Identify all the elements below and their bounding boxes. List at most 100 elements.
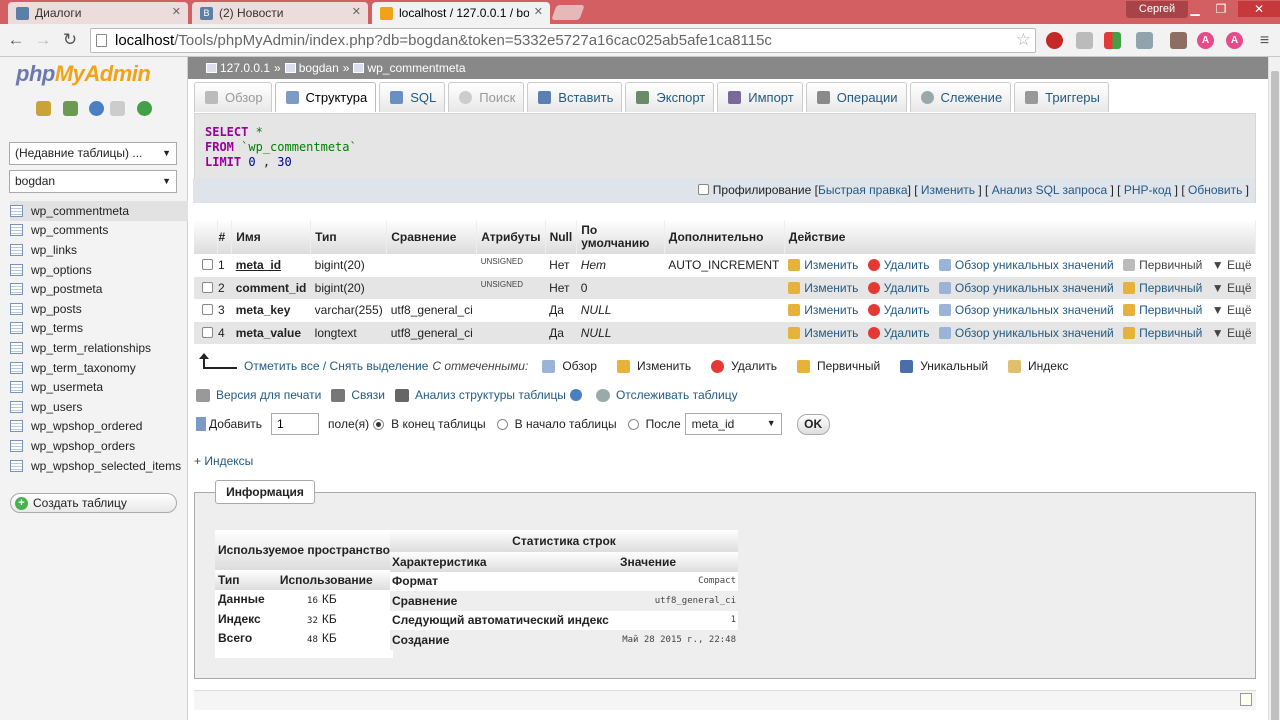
tab-structure[interactable]: Структура xyxy=(274,82,377,112)
track-table-link[interactable]: Отслеживать таблицу xyxy=(616,388,738,402)
sidebar-table-item[interactable]: wp_comments xyxy=(10,221,188,241)
create-table-button[interactable]: + Создать таблицу xyxy=(10,493,177,513)
sidebar-table-item[interactable]: wp_wpshop_orders xyxy=(10,436,188,456)
primary-action[interactable]: Первичный xyxy=(1123,258,1202,272)
reload-icon[interactable]: ↻ xyxy=(60,30,80,50)
maximize-icon[interactable]: ❐ xyxy=(1208,1,1234,17)
help-icon[interactable] xyxy=(569,389,582,401)
distinct-values-action[interactable]: Обзор уникальных значений xyxy=(938,303,1114,317)
help-icon[interactable] xyxy=(89,101,104,116)
bulk-index-button[interactable]: Индекс xyxy=(1008,359,1068,373)
tab-import[interactable]: Импорт xyxy=(717,82,803,112)
back-icon[interactable]: ← xyxy=(6,30,26,50)
refresh-link[interactable]: Обновить xyxy=(1188,183,1242,197)
profile-name[interactable]: Сергей xyxy=(1126,1,1188,18)
tab-sql[interactable]: SQL xyxy=(379,82,446,112)
tab-browse[interactable]: Обзор xyxy=(194,82,272,112)
sidebar-table-item[interactable]: wp_links xyxy=(10,240,188,260)
forward-icon[interactable]: → xyxy=(33,30,53,50)
print-view-link[interactable]: Версия для печати xyxy=(216,388,321,402)
bulk-drop-button[interactable]: Удалить xyxy=(711,359,777,373)
tab-search[interactable]: Поиск xyxy=(448,82,525,112)
edit-action[interactable]: Изменить xyxy=(788,326,858,340)
profiling-checkbox[interactable] xyxy=(698,184,710,195)
column-header[interactable]: Тип xyxy=(310,220,388,254)
tab-insert[interactable]: Вставить xyxy=(527,82,623,112)
sidebar-table-item[interactable]: wp_wpshop_ordered xyxy=(10,417,188,437)
distinct-values-action[interactable]: Обзор уникальных значений xyxy=(938,258,1114,272)
tab-tracking[interactable]: Слежение xyxy=(909,82,1012,112)
profile-extension-icon[interactable]: A xyxy=(1197,32,1214,49)
database-select[interactable]: bogdan ▼ xyxy=(9,170,177,193)
sidebar-table-item[interactable]: wp_options xyxy=(10,260,188,280)
close-icon[interactable]: ✕ xyxy=(534,5,543,18)
close-icon[interactable]: ✕ xyxy=(352,5,361,18)
primary-action[interactable]: Первичный xyxy=(1123,281,1202,295)
tab-export[interactable]: Экспорт xyxy=(625,82,715,112)
more-action[interactable]: ▼ Ещё xyxy=(1212,281,1252,295)
after-field-select[interactable]: meta_id ▼ xyxy=(684,413,782,435)
row-checkbox[interactable] xyxy=(202,281,213,293)
browser-tab-phpmyadmin[interactable]: localhost / 127.0.0.1 / bog ✕ xyxy=(372,2,550,24)
refresh-icon[interactable] xyxy=(137,101,152,116)
column-header[interactable]: Атрибуты xyxy=(476,220,546,254)
at-start-radio[interactable] xyxy=(496,418,508,430)
recent-tables-select[interactable]: (Недавние таблицы) ... ▼ xyxy=(9,142,177,165)
row-checkbox[interactable] xyxy=(202,259,213,271)
sidebar-table-item[interactable]: wp_wpshop_selected_items xyxy=(10,456,188,476)
breadcrumb-server[interactable]: 127.0.0.1 xyxy=(220,61,270,75)
browser-tab-dialogs[interactable]: Диалоги ✕ xyxy=(8,2,188,24)
tab-triggers[interactable]: Триггеры xyxy=(1014,82,1109,112)
edit-action[interactable]: Изменить xyxy=(788,281,858,295)
bulk-unique-button[interactable]: Уникальный xyxy=(900,359,988,373)
color-extension-icon[interactable] xyxy=(1104,32,1121,49)
column-header[interactable]: Сравнение xyxy=(386,220,478,254)
menu-icon[interactable]: ≡ xyxy=(1256,32,1273,49)
indexes-toggle-link[interactable]: + Индексы xyxy=(194,454,253,468)
adblock-extension-icon[interactable] xyxy=(1046,32,1063,49)
row-checkbox[interactable] xyxy=(202,326,213,338)
scrollbar-thumb[interactable] xyxy=(1271,71,1279,720)
php-code-link[interactable]: PHP-код xyxy=(1124,183,1171,197)
vertical-scrollbar[interactable] xyxy=(1268,57,1280,720)
sidebar-table-item[interactable]: wp_term_relationships xyxy=(10,338,188,358)
shield-extension-icon[interactable] xyxy=(1136,32,1153,49)
column-header[interactable]: Null xyxy=(545,220,578,254)
ok-button[interactable]: OK xyxy=(796,413,830,435)
minimize-icon[interactable]: ▁ xyxy=(1182,1,1208,17)
edit-action[interactable]: Изменить xyxy=(788,303,858,317)
more-action[interactable]: ▼ Ещё xyxy=(1212,326,1252,340)
distinct-values-action[interactable]: Обзор уникальных значений xyxy=(938,281,1114,295)
check-all-link[interactable]: Отметить все / Снять выделение xyxy=(244,359,428,373)
sidebar-table-item[interactable]: wp_users xyxy=(10,397,188,417)
bookmark-star-icon[interactable]: ☆ xyxy=(1016,30,1031,50)
propose-structure-link[interactable]: Анализ структуры таблицы xyxy=(415,388,566,402)
add-count-input[interactable] xyxy=(271,413,320,435)
edit-action[interactable]: Изменить xyxy=(788,258,858,272)
quick-edit-link[interactable]: Быстрая правка xyxy=(818,183,908,197)
at-end-radio[interactable] xyxy=(373,418,385,430)
breadcrumb-table[interactable]: wp_commentmeta xyxy=(367,61,465,75)
column-header[interactable]: Дополнительно xyxy=(664,220,785,254)
logout-icon[interactable] xyxy=(63,101,78,116)
bulk-primary-button[interactable]: Первичный xyxy=(796,359,880,373)
bulk-browse-button[interactable]: Обзор xyxy=(542,359,597,373)
edit-link[interactable]: Изменить xyxy=(921,183,975,197)
column-header[interactable]: По умолчанию xyxy=(576,220,665,254)
drop-action[interactable]: Удалить xyxy=(867,258,930,272)
tab-operations[interactable]: Операции xyxy=(805,82,907,112)
drop-action[interactable]: Удалить xyxy=(867,303,930,317)
primary-action[interactable]: Первичный xyxy=(1123,303,1202,317)
horizontal-scrollbar[interactable] xyxy=(188,712,1268,720)
row-checkbox[interactable] xyxy=(202,304,213,316)
sidebar-table-item[interactable]: wp_term_taxonomy xyxy=(10,358,188,378)
sidebar-table-item[interactable]: wp_posts xyxy=(10,299,188,319)
address-bar[interactable]: localhost/Tools/phpMyAdmin/index.php?db=… xyxy=(90,28,1036,53)
monkey-extension-icon[interactable] xyxy=(1170,32,1187,49)
sidebar-table-item[interactable]: wp_usermeta xyxy=(10,377,188,397)
breadcrumb-database[interactable]: bogdan xyxy=(299,61,339,75)
relations-link[interactable]: Связи xyxy=(351,388,385,402)
drop-action[interactable]: Удалить xyxy=(867,326,930,340)
drop-action[interactable]: Удалить xyxy=(867,281,930,295)
close-window-icon[interactable]: ✕ xyxy=(1238,1,1280,17)
